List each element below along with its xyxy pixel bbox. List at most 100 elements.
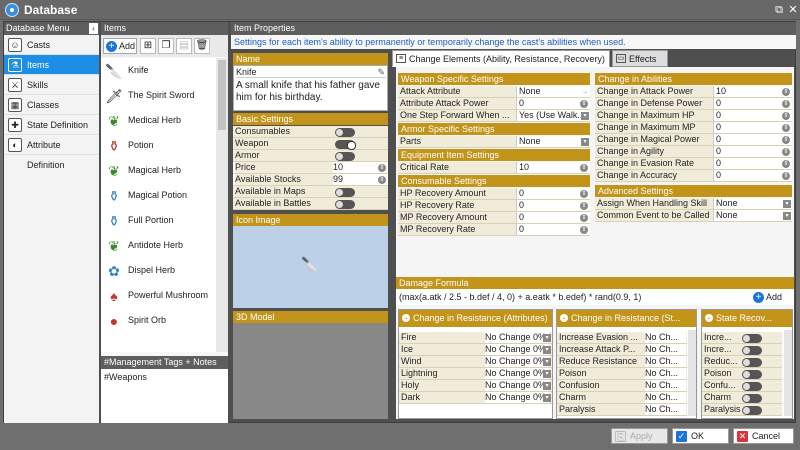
- paste-icon[interactable]: ▤: [176, 38, 192, 54]
- cancel-button[interactable]: ✕ Cancel: [733, 428, 794, 444]
- stepper-icon[interactable]: ⇕: [782, 112, 790, 120]
- ability-field[interactable]: 10 ⇕: [713, 86, 792, 97]
- resistance-select[interactable]: No Ch...: [645, 392, 686, 403]
- list-item[interactable]: ⚱ Full Portion: [103, 208, 216, 233]
- price-field[interactable]: 10: [333, 162, 343, 173]
- ability-field[interactable]: 0 ⇕: [713, 134, 792, 145]
- list-item[interactable]: ⚱ Potion: [103, 133, 216, 158]
- recovery-toggle[interactable]: [742, 346, 762, 355]
- scrollbar-thumb[interactable]: [218, 60, 226, 130]
- hp-recovery-rate-field[interactable]: 0 ⇕: [516, 200, 590, 211]
- add-item-button[interactable]: + Add: [103, 38, 137, 54]
- chevron-icon[interactable]: ⌄: [705, 314, 713, 322]
- list-item[interactable]: ● Spirit Orb: [103, 308, 216, 333]
- resistance-select[interactable]: No Ch...: [645, 356, 686, 367]
- attack-attribute-select[interactable]: None →: [516, 86, 590, 97]
- resistance-select[interactable]: No Change 0%: [485, 356, 549, 367]
- stepper-icon[interactable]: ⇕: [782, 160, 790, 168]
- menu-item-casts[interactable]: ☺ Casts: [4, 35, 99, 55]
- stepper-icon[interactable]: ⇕: [782, 124, 790, 132]
- ability-field[interactable]: 0 ⇕: [713, 170, 792, 181]
- stepper-icon[interactable]: ⇕: [782, 136, 790, 144]
- maps-toggle[interactable]: [335, 188, 355, 197]
- stepper-icon[interactable]: ⇕: [580, 190, 588, 198]
- stepper-icon[interactable]: ⇕: [378, 176, 386, 184]
- stepper-icon[interactable]: ⇕: [580, 202, 588, 210]
- menu-item-classes[interactable]: ▦ Classes: [4, 95, 99, 115]
- battles-toggle[interactable]: [335, 200, 355, 209]
- stepper-icon[interactable]: ⇕: [580, 226, 588, 234]
- stocks-field[interactable]: 99: [333, 174, 343, 185]
- menu-item-attribute-definition[interactable]: ◐ Attribute Definition: [4, 135, 99, 170]
- resistance-select[interactable]: No Change 0%: [485, 332, 549, 343]
- resistance-select[interactable]: No Ch...: [645, 368, 686, 379]
- apply-button[interactable]: ⎘ Apply: [611, 428, 668, 444]
- recovery-toggle[interactable]: [742, 382, 762, 391]
- list-item[interactable]: ♠ Powerful Mushroom: [103, 283, 216, 308]
- list-item[interactable]: ❦ Magical Herb: [103, 158, 216, 183]
- stepper-icon[interactable]: ⇕: [580, 100, 588, 108]
- close-icon[interactable]: ✕: [786, 4, 800, 17]
- stepper-icon[interactable]: ⇕: [782, 100, 790, 108]
- tags-notes-field[interactable]: #Weapons: [101, 369, 228, 423]
- list-item[interactable]: ⚱ Magical Potion: [103, 183, 216, 208]
- recovery-toggle[interactable]: [742, 334, 762, 343]
- stepper-icon[interactable]: ⇕: [580, 164, 588, 172]
- ok-button[interactable]: ✓ OK: [672, 428, 729, 444]
- list-item[interactable]: 🗡 The Spirit Sword: [103, 83, 216, 108]
- tab-change-elements[interactable]: ≡ Change Elements (Ability, Resistance, R…: [392, 50, 610, 67]
- chevron-icon[interactable]: ⌄: [402, 314, 410, 322]
- copy-icon[interactable]: ❐: [158, 38, 174, 54]
- list-item[interactable]: ✿ Dispel Herb: [103, 258, 216, 283]
- stepper-icon[interactable]: ⇕: [580, 214, 588, 222]
- ability-field[interactable]: 0 ⇕: [713, 158, 792, 169]
- tab-effects[interactable]: ▭ Effects: [612, 50, 668, 67]
- list-item[interactable]: 🔪 Knife: [103, 58, 216, 83]
- resistance-select[interactable]: No Ch...: [645, 404, 686, 415]
- resistance-select[interactable]: No Ch...: [645, 380, 686, 391]
- ability-field[interactable]: 0 ⇕: [713, 98, 792, 109]
- add-resistance-button[interactable]: + Add: [751, 291, 789, 305]
- maximize-icon[interactable]: ⧉: [772, 4, 786, 17]
- armor-toggle[interactable]: [335, 152, 355, 161]
- ability-field[interactable]: 0 ⇕: [713, 110, 792, 121]
- delete-icon[interactable]: 🗑: [194, 38, 210, 54]
- stepper-icon[interactable]: ⇕: [782, 88, 790, 96]
- resistance-select[interactable]: No Change 0%: [485, 344, 549, 355]
- resistance-select[interactable]: No Change 0%: [485, 368, 549, 379]
- recovery-toggle[interactable]: [742, 394, 762, 403]
- resistance-select[interactable]: No Change 0%: [485, 380, 549, 391]
- menu-item-items[interactable]: ⚗ Items: [4, 55, 99, 75]
- weapon-toggle[interactable]: [335, 140, 356, 150]
- panel-scrollbar[interactable]: [688, 330, 696, 416]
- insert-icon[interactable]: ⊞: [140, 38, 156, 54]
- model-area[interactable]: [233, 323, 388, 419]
- hp-recovery-amount-field[interactable]: 0 ⇕: [516, 188, 590, 199]
- critical-rate-field[interactable]: 10 ⇕: [516, 162, 590, 173]
- list-item[interactable]: ❦ Medical Herb: [103, 108, 216, 133]
- resistance-select[interactable]: No Ch...: [645, 332, 686, 343]
- stepper-icon[interactable]: ⇕: [378, 164, 386, 172]
- item-list-scrollbar[interactable]: [216, 58, 228, 352]
- mp-recovery-amount-field[interactable]: 0 ⇕: [516, 212, 590, 223]
- menu-item-state-definition[interactable]: ✚ State Definition: [4, 115, 99, 135]
- resistance-select[interactable]: No Ch...: [645, 344, 686, 355]
- collapse-icon[interactable]: ‹: [89, 23, 98, 34]
- menu-item-skills[interactable]: ⚔ Skills: [4, 75, 99, 95]
- stepper-icon[interactable]: ⇕: [782, 148, 790, 156]
- description-field[interactable]: A small knife that his father gave him f…: [236, 80, 386, 104]
- consumables-toggle[interactable]: [335, 128, 355, 137]
- stepper-icon[interactable]: ⇕: [782, 172, 790, 180]
- common-event-select[interactable]: None ▾: [713, 210, 792, 221]
- assign-skill-select[interactable]: None ▾: [713, 198, 792, 209]
- recovery-toggle[interactable]: [742, 406, 762, 415]
- ability-field[interactable]: 0 ⇕: [713, 146, 792, 157]
- pencil-icon[interactable]: ✎: [377, 67, 385, 78]
- recovery-toggle[interactable]: [742, 358, 762, 367]
- ability-field[interactable]: 0 ⇕: [713, 122, 792, 133]
- chevron-icon[interactable]: ⌄: [560, 314, 568, 322]
- one-step-forward-select[interactable]: Yes (Use Walk... ▾: [516, 110, 590, 121]
- attribute-attack-power-field[interactable]: 0 ⇕: [516, 98, 590, 109]
- damage-formula-field[interactable]: (max(a.atk / 2.5 - b.def / 4, 0) + a.eat…: [396, 289, 794, 305]
- parts-select[interactable]: None ▾: [516, 136, 590, 147]
